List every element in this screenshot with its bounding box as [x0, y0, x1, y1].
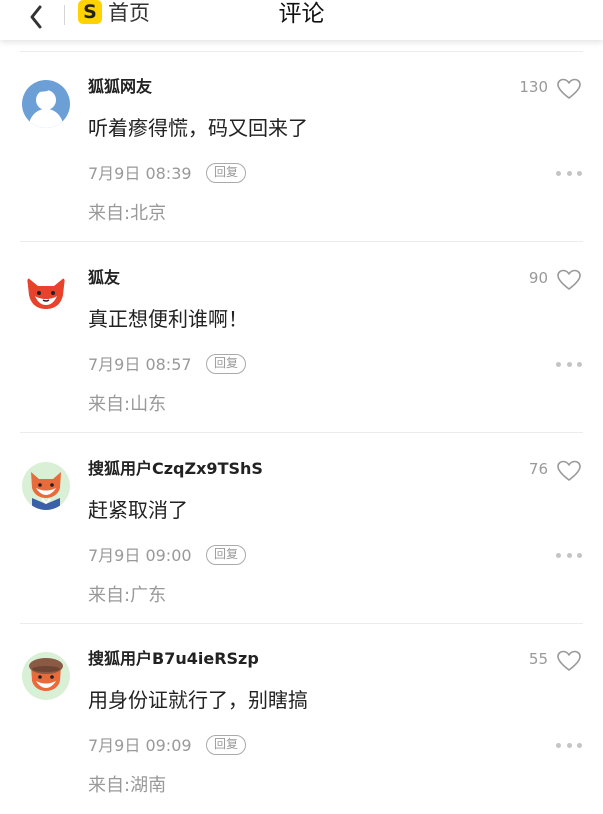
more-options-icon[interactable]: [556, 547, 582, 563]
comment-time: 7月9日 09:00: [88, 546, 192, 565]
more-options-icon[interactable]: [556, 356, 582, 372]
default-user-avatar-icon[interactable]: [22, 80, 70, 128]
like-count: 76: [528, 460, 548, 478]
comment-time: 7月9日 08:57: [88, 355, 192, 374]
reply-button[interactable]: 回复: [206, 354, 246, 374]
reply-button[interactable]: 回复: [206, 735, 246, 755]
more-options-icon[interactable]: [556, 165, 582, 181]
comment-text: 真正想便利谁啊！: [88, 307, 248, 331]
heart-icon[interactable]: [556, 268, 582, 292]
top-nav-bar: S 首页 评论: [0, 0, 603, 40]
comment-location: 来自:北京: [88, 203, 167, 224]
comment-item: 狐狐网友 130 听着瘆得慌，码又回来了 7月9日 08:39 回复 来自:北京: [0, 52, 603, 242]
comment-username[interactable]: 狐狐网友: [88, 76, 152, 98]
comment-location: 来自:湖南: [88, 775, 167, 796]
page-title: 评论: [278, 1, 325, 27]
heart-icon[interactable]: [556, 649, 582, 673]
comment-location: 来自:山东: [88, 394, 167, 415]
comment-text: 用身份证就行了，别瞎搞: [88, 688, 308, 712]
comment-time: 7月9日 09:09: [88, 736, 192, 755]
heart-icon[interactable]: [556, 459, 582, 483]
comment-username[interactable]: 狐友: [88, 267, 120, 289]
comment-username[interactable]: 搜狐用户B7u4ieRSzp: [88, 648, 259, 670]
comment-text: 听着瘆得慌，码又回来了: [88, 116, 308, 140]
like-count: 90: [528, 269, 548, 287]
red-fox-avatar-icon[interactable]: [22, 271, 70, 319]
divider: [20, 241, 583, 242]
comment-item: 搜狐用户B7u4ieRSzp 55 用身份证就行了，别瞎搞 7月9日 09:09…: [0, 624, 603, 814]
fox-sailor-avatar-icon[interactable]: [22, 462, 70, 510]
like-count: 130: [519, 78, 548, 96]
reply-button[interactable]: 回复: [206, 545, 246, 565]
more-options-icon[interactable]: [556, 737, 582, 753]
divider: [20, 432, 583, 433]
comment-item: 搜狐用户CzqZx9TShS 76 赶紧取消了 7月9日 09:00 回复 来自…: [0, 434, 603, 624]
comment-time: 7月9日 08:39: [88, 164, 192, 183]
comment-username[interactable]: 搜狐用户CzqZx9TShS: [88, 458, 263, 480]
reply-button[interactable]: 回复: [206, 163, 246, 183]
comment-location: 来自:广东: [88, 585, 167, 606]
comment-item: 狐友 90 真正想便利谁啊！ 7月9日 08:57 回复 来自:山东: [0, 243, 603, 433]
comment-text: 赶紧取消了: [88, 498, 188, 522]
like-count: 55: [528, 650, 548, 668]
heart-icon[interactable]: [556, 77, 582, 101]
fox-beret-avatar-icon[interactable]: [22, 652, 70, 700]
